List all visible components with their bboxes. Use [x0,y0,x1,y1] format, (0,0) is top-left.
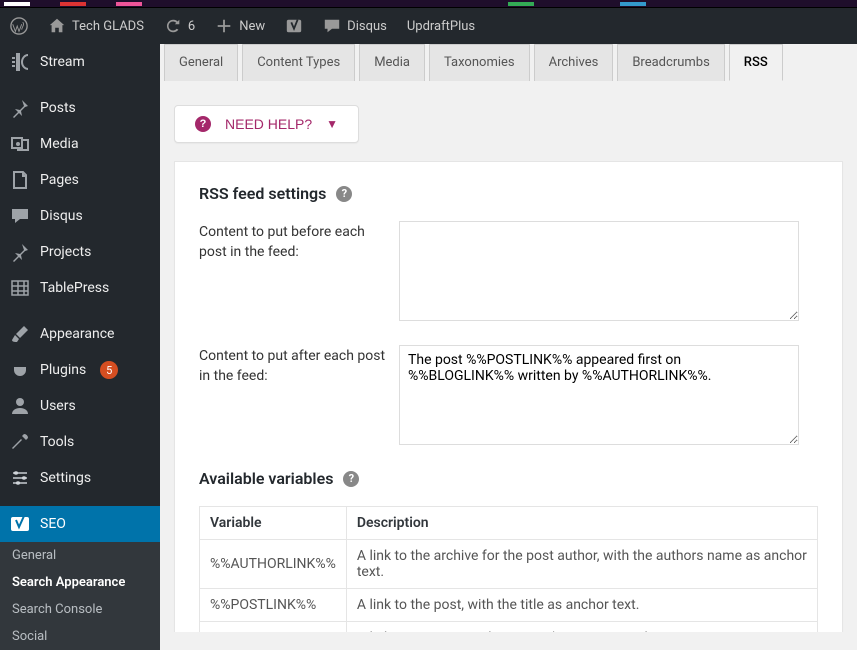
stream-icon [10,52,30,72]
seo-submenu: General Search Appearance Search Console… [0,542,160,650]
update-count: 6 [188,19,195,34]
comment-icon [323,17,341,35]
browser-tab-strip [0,0,857,8]
sidebar-item-settings[interactable]: Settings [0,460,160,496]
sidebar-item-tools[interactable]: Tools [0,424,160,460]
plugin-update-badge: 5 [100,361,118,379]
sidebar-item-media[interactable]: Media [0,126,160,162]
admin-sidebar: Stream Posts Media Pages Disqus Projects… [0,44,160,632]
content-area: General Content Types Media Taxonomies A… [160,44,857,632]
vars-heading: Available variables? [199,469,818,488]
after-post-row: Content to put after each post in the fe… [199,345,818,445]
need-help-button[interactable]: ? NEED HELP? ▼ [174,105,359,143]
help-icon[interactable]: ? [336,186,352,202]
yoast-icon [285,17,303,35]
submenu-search-console[interactable]: Search Console [0,596,160,623]
sidebar-item-posts[interactable]: Posts [0,90,160,126]
sidebar-item-users[interactable]: Users [0,388,160,424]
site-name-link[interactable]: Tech GLADS [38,8,154,44]
pin-icon [10,242,30,262]
col-description: Description [346,507,817,540]
wordpress-icon [10,17,28,35]
table-row: %%BLOGLINK%%A link to your site, with yo… [200,622,818,633]
submenu-general[interactable]: General [0,542,160,569]
disqus-link[interactable]: Disqus [313,8,397,44]
pin-icon [10,98,30,118]
col-variable: Variable [200,507,347,540]
help-icon: ? [195,116,211,132]
before-post-textarea[interactable] [399,221,799,321]
refresh-icon [164,17,182,35]
sidebar-item-projects[interactable]: Projects [0,234,160,270]
before-post-label: Content to put before each post in the f… [199,221,389,321]
after-post-textarea[interactable] [399,345,799,445]
tab-archives[interactable]: Archives [534,44,614,81]
updraft-label: UpdraftPlus [407,19,475,34]
brush-icon [10,324,30,344]
user-icon [10,396,30,416]
updraft-link[interactable]: UpdraftPlus [397,8,485,44]
submenu-social[interactable]: Social [0,623,160,650]
site-name: Tech GLADS [72,19,144,34]
rss-heading: RSS feed settings? [199,184,818,203]
submenu-search-appearance[interactable]: Search Appearance [0,569,160,596]
sidebar-item-appearance[interactable]: Appearance [0,316,160,352]
tab-breadcrumbs[interactable]: Breadcrumbs [617,44,724,81]
page-icon [10,170,30,190]
sidebar-item-plugins[interactable]: Plugins5 [0,352,160,388]
comment-icon [10,206,30,226]
table-icon [10,278,30,298]
new-content-link[interactable]: New [205,8,275,44]
disqus-label: Disqus [347,19,387,34]
home-icon [48,17,66,35]
tab-general[interactable]: General [164,44,238,81]
help-label: NEED HELP? [225,116,312,132]
chevron-down-icon: ▼ [326,117,338,131]
yoast-icon [10,514,30,534]
media-icon [10,134,30,154]
tab-media[interactable]: Media [359,44,425,81]
sidebar-item-disqus[interactable]: Disqus [0,198,160,234]
updates-link[interactable]: 6 [154,8,205,44]
sidebar-item-tablepress[interactable]: TablePress [0,270,160,306]
new-label: New [239,19,265,34]
tab-content-types[interactable]: Content Types [242,44,355,81]
wp-admin-bar: Tech GLADS 6 New Disqus UpdraftPlus [0,8,857,44]
settings-tabs: General Content Types Media Taxonomies A… [160,44,857,81]
sidebar-item-pages[interactable]: Pages [0,162,160,198]
variables-table: Variable Description %%AUTHORLINK%%A lin… [199,506,818,632]
after-post-label: Content to put after each post in the fe… [199,345,389,445]
yoast-link[interactable] [275,8,313,44]
help-icon[interactable]: ? [343,471,359,487]
sidebar-item-stream[interactable]: Stream [0,44,160,80]
tab-rss[interactable]: RSS [729,44,783,81]
tab-taxonomies[interactable]: Taxonomies [429,44,530,81]
table-row: %%POSTLINK%%A link to the post, with the… [200,589,818,622]
sliders-icon [10,468,30,488]
plus-icon [215,17,233,35]
wrench-icon [10,432,30,452]
wp-logo[interactable] [0,8,38,44]
before-post-row: Content to put before each post in the f… [199,221,818,321]
rss-settings-card: RSS feed settings? Content to put before… [174,161,843,632]
table-row: %%AUTHORLINK%%A link to the archive for … [200,540,818,589]
sidebar-item-seo[interactable]: SEO [0,506,160,542]
plug-icon [10,360,30,380]
